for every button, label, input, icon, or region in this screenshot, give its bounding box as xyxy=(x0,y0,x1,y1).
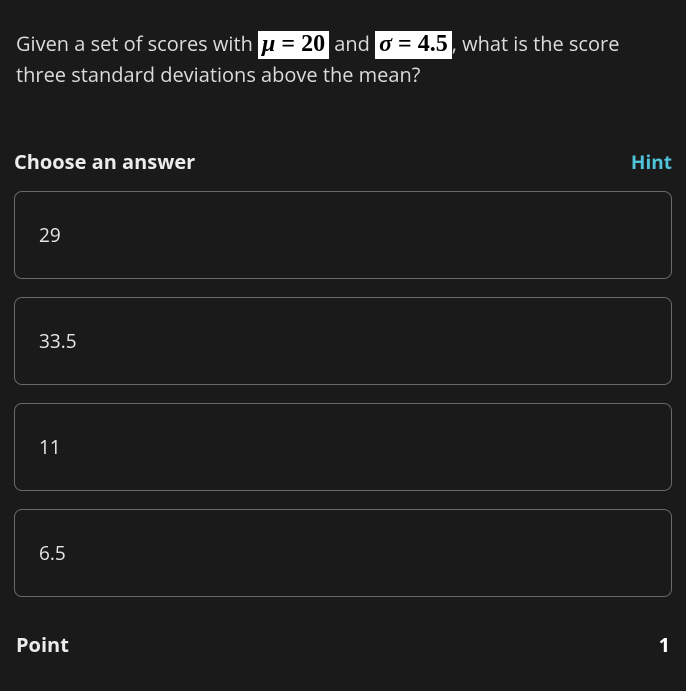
question-prefix: Given a set of scores with xyxy=(16,30,258,57)
answer-option-label: 33.5 xyxy=(39,328,77,354)
answer-option-label: 11 xyxy=(39,434,61,460)
question-mid: and xyxy=(329,30,375,57)
hint-button[interactable]: Hint xyxy=(631,149,672,175)
point-row: Point 1 xyxy=(14,597,672,658)
answer-option[interactable]: 33.5 xyxy=(14,297,672,385)
choose-answer-label: Choose an answer xyxy=(14,148,195,175)
point-label: Point xyxy=(16,631,69,658)
answer-option-label: 29 xyxy=(39,222,61,248)
answer-option[interactable]: 11 xyxy=(14,403,672,491)
formula-mu: μ = 20 xyxy=(258,31,329,59)
answers-header: Choose an answer Hint xyxy=(14,130,672,191)
question-text: Given a set of scores with μ = 20 and σ … xyxy=(14,14,672,130)
point-value: 1 xyxy=(659,631,670,658)
options-list: 29 33.5 11 6.5 xyxy=(14,191,672,597)
formula-sigma: σ = 4.5 xyxy=(375,31,452,59)
answer-option-label: 6.5 xyxy=(39,540,66,566)
answer-option[interactable]: 29 xyxy=(14,191,672,279)
answer-option[interactable]: 6.5 xyxy=(14,509,672,597)
